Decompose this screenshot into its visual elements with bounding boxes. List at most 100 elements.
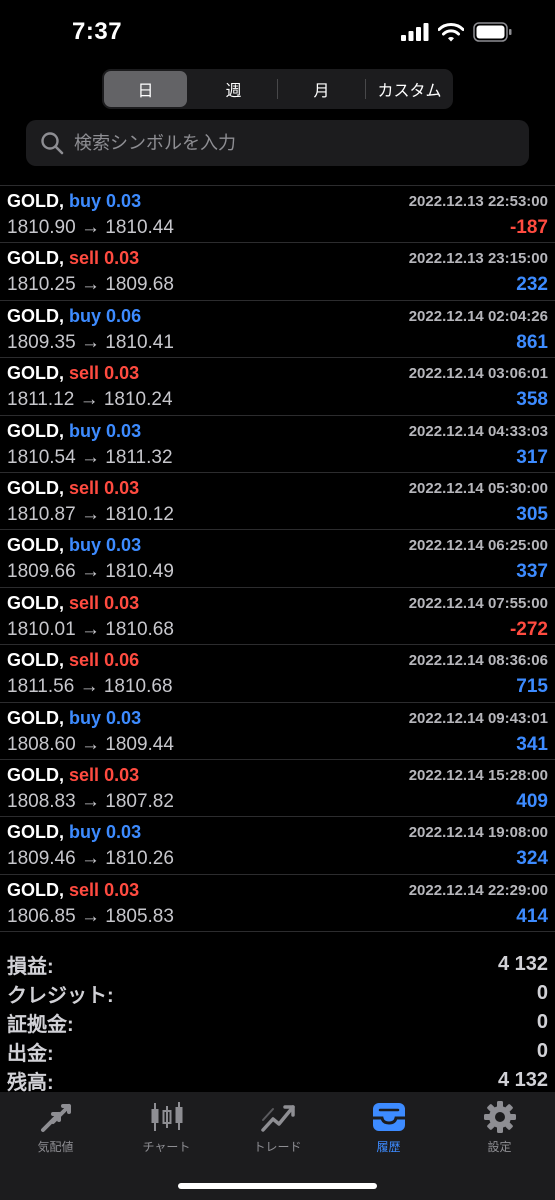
wifi-icon [438,22,464,41]
trade-time: 2022.12.14 05:30:00 [408,479,548,497]
trade-title: GOLD, sell 0.03 [7,880,139,901]
open-price: 1810.87 [7,503,76,525]
trade-history-list: GOLD, buy 0.03 2022.12.13 22:53:00 1810.90… [0,185,555,933]
trade-volume: 0.03 [106,822,142,843]
arrow-right-icon: → [80,848,100,870]
trade-volume: 0.03 [104,477,140,498]
summary-row-deposit: 証拠金: 0 [0,1008,555,1037]
trade-prices: 1810.25 → 1809.68 [7,274,174,296]
summary-label: 損益: [7,956,54,978]
trade-symbol: GOLD, [7,363,64,384]
open-price: 1808.83 [7,790,76,812]
trade-volume: 0.03 [106,707,142,728]
tab-month[interactable]: 月 [280,71,363,107]
trade-volume: 0.06 [106,305,142,326]
arrow-right-icon: → [80,446,100,468]
open-price: 1809.66 [7,561,76,583]
trade-row[interactable]: GOLD, sell 0.03 2022.12.14 15:28:00 1808.8… [0,760,555,818]
search-bar[interactable] [26,120,529,166]
battery-icon [473,22,512,42]
trade-row[interactable]: GOLD, buy 0.03 2022.12.14 06:25:00 1809.66… [0,530,555,588]
trade-symbol: GOLD, [7,305,64,326]
trade-time: 2022.12.14 07:55:00 [408,594,548,612]
arrow-right-icon: → [80,733,100,755]
trade-title: GOLD, sell 0.03 [7,248,139,269]
summary-label: 証拠金: [7,1014,74,1036]
close-price: 1811.32 [105,446,173,468]
tab-custom[interactable]: カスタム [368,71,451,107]
trade-volume: 0.03 [106,420,142,441]
arrow-right-icon: → [80,503,100,525]
trade-side: sell [69,764,100,785]
tab-label: チャート [142,1140,191,1154]
trade-side: sell [69,363,100,384]
trade-row[interactable]: GOLD, sell 0.03 2022.12.14 07:55:00 1810.0… [0,588,555,646]
open-price: 1808.60 [7,733,76,755]
tab-label: 気配値 [37,1140,74,1154]
trade-time: 2022.12.14 02:04:26 [408,307,548,325]
period-segmented-control: 日 週 月 カスタム [102,69,453,109]
trade-volume: 0.06 [104,650,140,671]
trade-profit: -272 [509,618,548,640]
quotes-arrows-icon [39,1100,73,1134]
summary-row-balance: 残高: 4 132 [0,1066,555,1095]
close-price: 1810.49 [105,561,174,583]
trade-volume: 0.03 [104,879,140,900]
trade-symbol: GOLD, [7,592,64,613]
trade-profit: -187 [509,217,548,238]
tab-settings[interactable]: 設定 [444,1092,555,1162]
trade-symbol: GOLD, [7,650,64,671]
trade-side: buy [69,822,102,843]
trade-prices: 1809.66 → 1810.49 [7,561,174,583]
home-indicator [178,1183,377,1189]
tab-day[interactable]: 日 [104,71,187,107]
trade-row[interactable]: GOLD, buy 0.06 2022.12.14 02:04:26 1809.35… [0,301,555,359]
status-time: 7:37 [72,18,123,45]
close-price: 1810.68 [105,618,174,640]
tab-trade[interactable]: トレード [222,1092,333,1162]
trade-row[interactable]: GOLD, sell 0.03 2022.12.13 23:15:00 1810.2… [0,243,555,301]
trade-time: 2022.12.14 03:06:01 [408,365,548,383]
close-price: 1810.68 [103,676,173,698]
close-price: 1810.24 [103,389,173,411]
trade-symbol: GOLD, [7,477,64,498]
trade-time: 2022.12.14 09:43:01 [408,709,548,727]
trade-symbol: GOLD, [7,420,64,441]
trade-row[interactable]: GOLD, buy 0.03 2022.12.13 22:53:00 1810.90… [0,186,555,244]
trade-side: buy [69,535,102,556]
tab-history[interactable]: 履歴 [333,1092,444,1162]
open-price: 1810.54 [7,446,76,468]
trade-row[interactable]: GOLD, sell 0.03 2022.12.14 22:29:00 1806.8… [0,875,555,933]
trade-row[interactable]: GOLD, sell 0.03 2022.12.14 03:06:01 1811.1… [0,358,555,416]
close-price: 1810.41 [105,331,174,353]
trade-row[interactable]: GOLD, buy 0.03 2022.12.14 09:43:01 1808.60… [0,703,555,760]
trade-side: sell [69,248,100,269]
summary-label: 残高: [7,1072,54,1094]
search-icon [32,120,72,166]
arrow-right-icon: → [80,905,100,927]
tab-chart[interactable]: チャート [111,1092,222,1162]
trade-row[interactable]: GOLD, buy 0.03 2022.12.14 04:33:03 1810.54… [0,416,555,473]
trade-volume: 0.03 [104,363,140,384]
close-price: 1810.12 [105,503,174,525]
trade-row[interactable]: GOLD, buy 0.03 2022.12.14 19:08:00 1809.46… [0,817,555,875]
tab-week[interactable]: 週 [192,71,275,107]
arrow-right-icon: → [80,331,100,353]
trade-prices: 1810.01 → 1810.68 [7,619,174,641]
trade-profit: 317 [516,446,548,468]
search-input[interactable] [72,131,496,155]
trade-symbol: GOLD, [7,191,64,211]
arrow-right-icon: → [79,676,99,698]
segment-divider [277,79,278,99]
history-inbox-icon [371,1100,407,1134]
trade-title: GOLD, buy 0.06 [7,306,141,327]
trade-profit: 324 [516,848,548,870]
trade-row[interactable]: GOLD, sell 0.03 2022.12.14 05:30:00 1810.8… [0,473,555,531]
tab-quotes[interactable]: 気配値 [0,1092,111,1162]
trade-row[interactable]: GOLD, sell 0.06 2022.12.14 08:36:06 1811.5… [0,645,555,703]
trade-side: sell [69,650,100,671]
trade-symbol: GOLD, [7,707,64,728]
trade-time: 2022.12.14 19:08:00 [408,824,548,842]
summary-row-profit: 損益: 4 132 [0,950,555,979]
trade-title: GOLD, buy 0.03 [7,421,141,442]
